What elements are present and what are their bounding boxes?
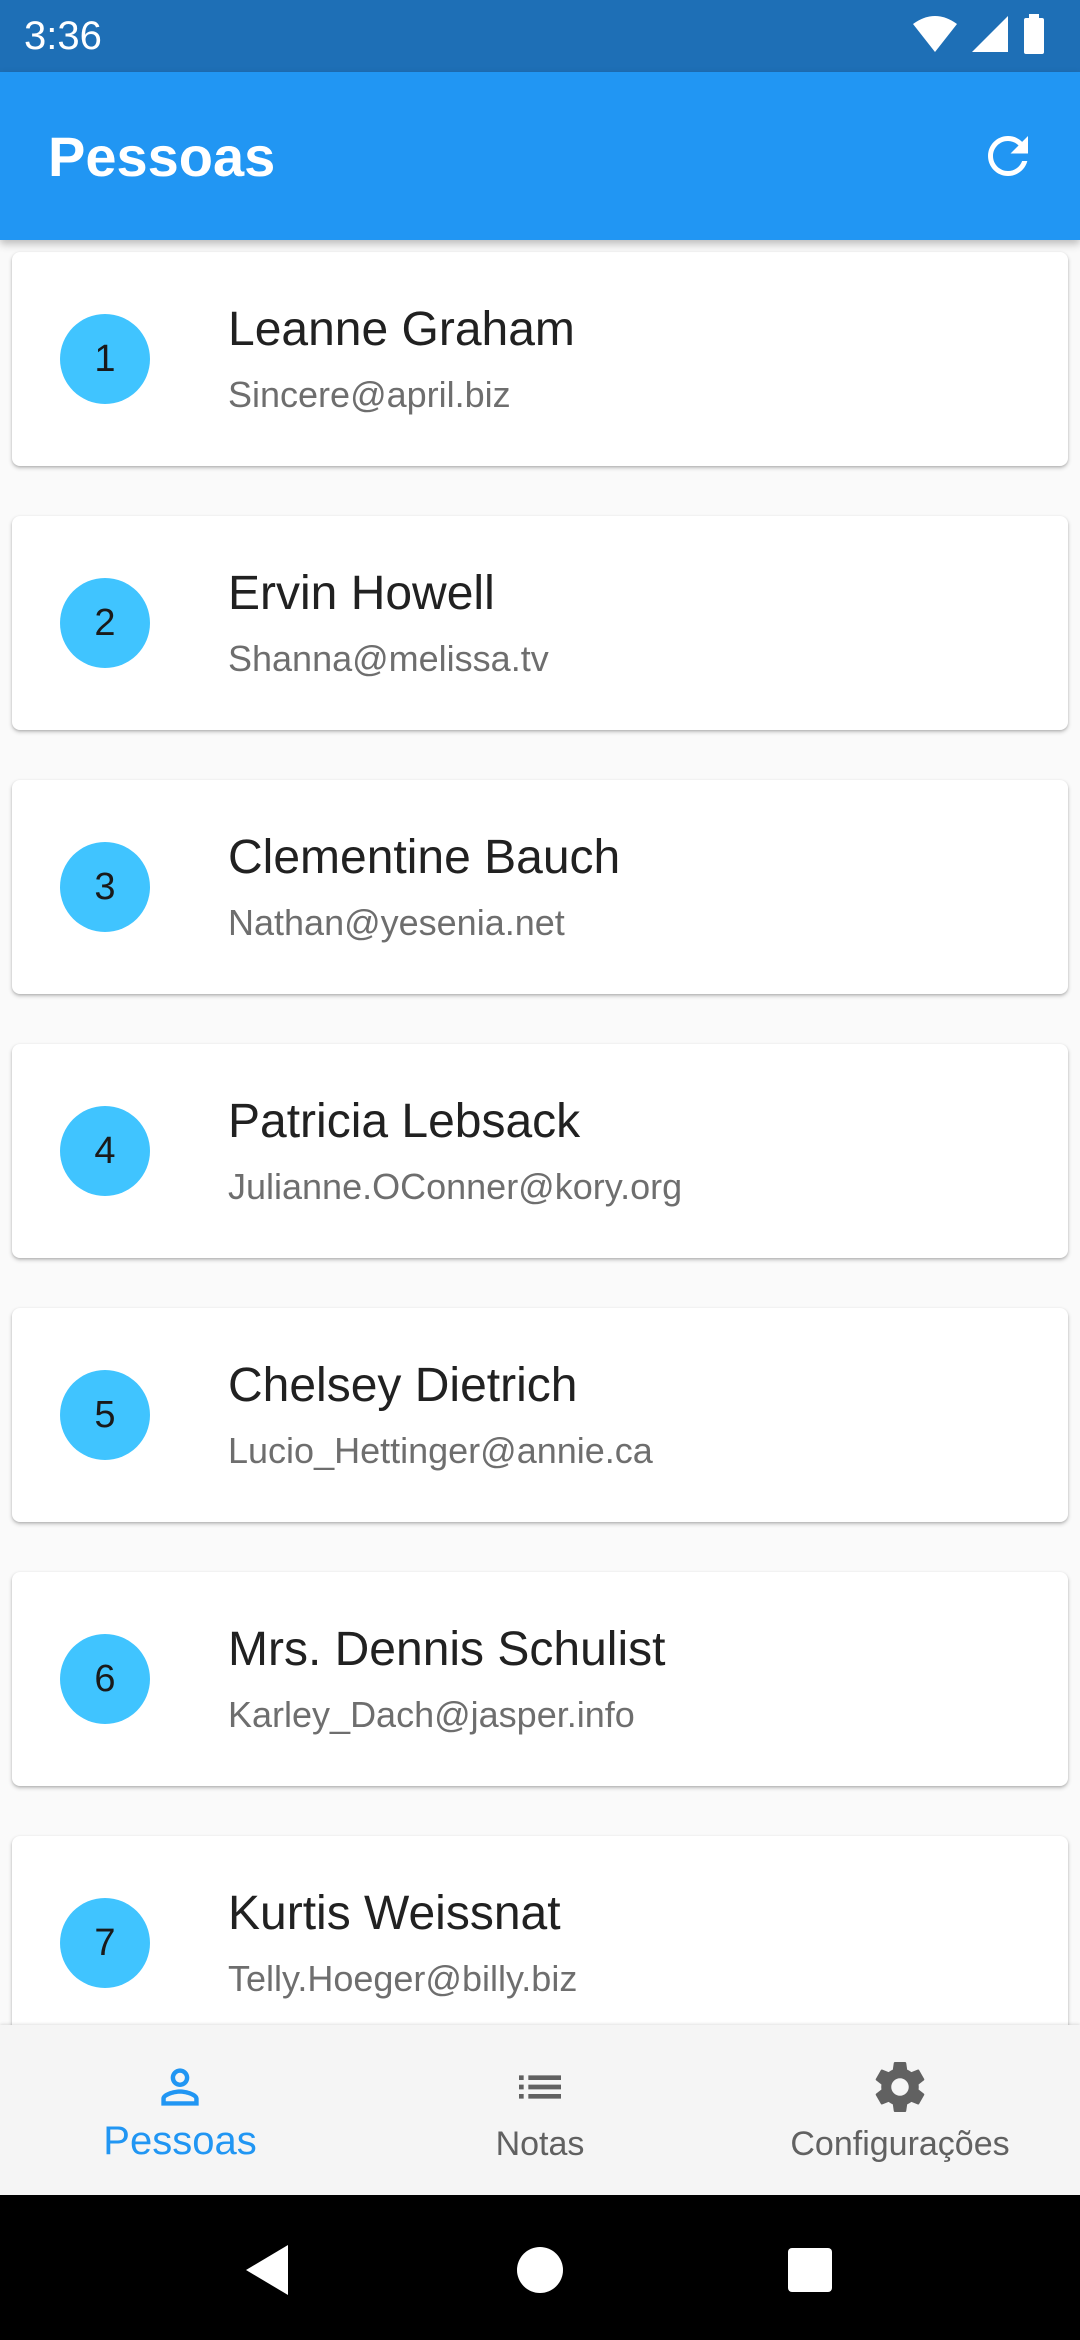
avatar: 5: [60, 1370, 150, 1460]
back-icon: [246, 2245, 288, 2295]
person-email: Nathan@yesenia.net: [228, 902, 565, 943]
nav-item-pessoas[interactable]: Pessoas: [0, 2025, 360, 2195]
avatar: 4: [60, 1106, 150, 1196]
nav-label: Pessoas: [103, 2119, 257, 2163]
person-email: Lucio_Hettinger@annie.ca: [228, 1430, 653, 1471]
status-bar: 3:36: [0, 0, 1080, 72]
person-icon: [161, 2068, 199, 2106]
avatar: 2: [60, 578, 150, 668]
status-time: 3:36: [24, 14, 102, 58]
person-email: Shanna@melissa.tv: [228, 638, 549, 679]
person-card[interactable]: 4 Patricia Lebsack Julianne.OConner@kory…: [12, 1044, 1068, 1258]
battery-icon: [1024, 14, 1044, 54]
refresh-icon: [988, 136, 1028, 176]
list-icon: [519, 2075, 561, 2099]
person-name: Clementine Bauch: [228, 831, 621, 884]
person-name: Kurtis Weissnat: [228, 1887, 561, 1940]
wifi-icon: [913, 16, 957, 52]
person-card[interactable]: 5 Chelsey Dietrich Lucio_Hettinger@annie…: [12, 1308, 1068, 1522]
person-card[interactable]: 7 Kurtis Weissnat Telly.Hoeger@billy.biz: [12, 1836, 1068, 2025]
home-button[interactable]: [505, 2235, 575, 2305]
nav-label: Configurações: [790, 2125, 1010, 2163]
person-name: Chelsey Dietrich: [228, 1359, 578, 1412]
avatar: 3: [60, 842, 150, 932]
person-email: Telly.Hoeger@billy.biz: [228, 1958, 578, 1999]
back-button[interactable]: [232, 2235, 302, 2305]
signal-icon: [972, 16, 1008, 52]
status-icons: [912, 14, 1046, 54]
people-list: 1 Leanne Graham Sincere@april.biz 2 Ervi…: [0, 240, 1080, 2025]
person-card[interactable]: 1 Leanne Graham Sincere@april.biz: [12, 252, 1068, 466]
avatar: 6: [60, 1634, 150, 1724]
nav-item-notas[interactable]: Notas: [360, 2025, 720, 2195]
avatar: 1: [60, 314, 150, 404]
person-name: Mrs. Dennis Schulist: [228, 1623, 666, 1676]
person-name: Patricia Lebsack: [228, 1095, 581, 1148]
person-email: Julianne.OConner@kory.org: [228, 1166, 683, 1207]
person-name: Ervin Howell: [228, 567, 495, 620]
person-card[interactable]: 3 Clementine Bauch Nathan@yesenia.net: [12, 780, 1068, 994]
page-title: Pessoas: [48, 125, 276, 188]
avatar: 7: [60, 1898, 150, 1988]
app-bar: Pessoas: [0, 72, 1080, 240]
nav-label: Notas: [495, 2125, 585, 2163]
nav-item-configuracoes[interactable]: Configurações: [720, 2025, 1080, 2195]
gear-icon: [875, 2062, 925, 2112]
person-email: Sincere@april.biz: [228, 374, 511, 415]
person-email: Karley_Dach@jasper.info: [228, 1694, 635, 1735]
refresh-button[interactable]: [964, 112, 1052, 200]
recents-button[interactable]: [775, 2235, 845, 2305]
person-card[interactable]: 6 Mrs. Dennis Schulist Karley_Dach@jaspe…: [12, 1572, 1068, 1786]
system-navigation-bar: [0, 2195, 1080, 2340]
bottom-navigation: Pessoas Notas Configurações: [0, 2025, 1080, 2195]
recents-icon: [788, 2248, 832, 2292]
home-icon: [517, 2247, 563, 2293]
person-card[interactable]: 2 Ervin Howell Shanna@melissa.tv: [12, 516, 1068, 730]
person-name: Leanne Graham: [228, 303, 575, 356]
